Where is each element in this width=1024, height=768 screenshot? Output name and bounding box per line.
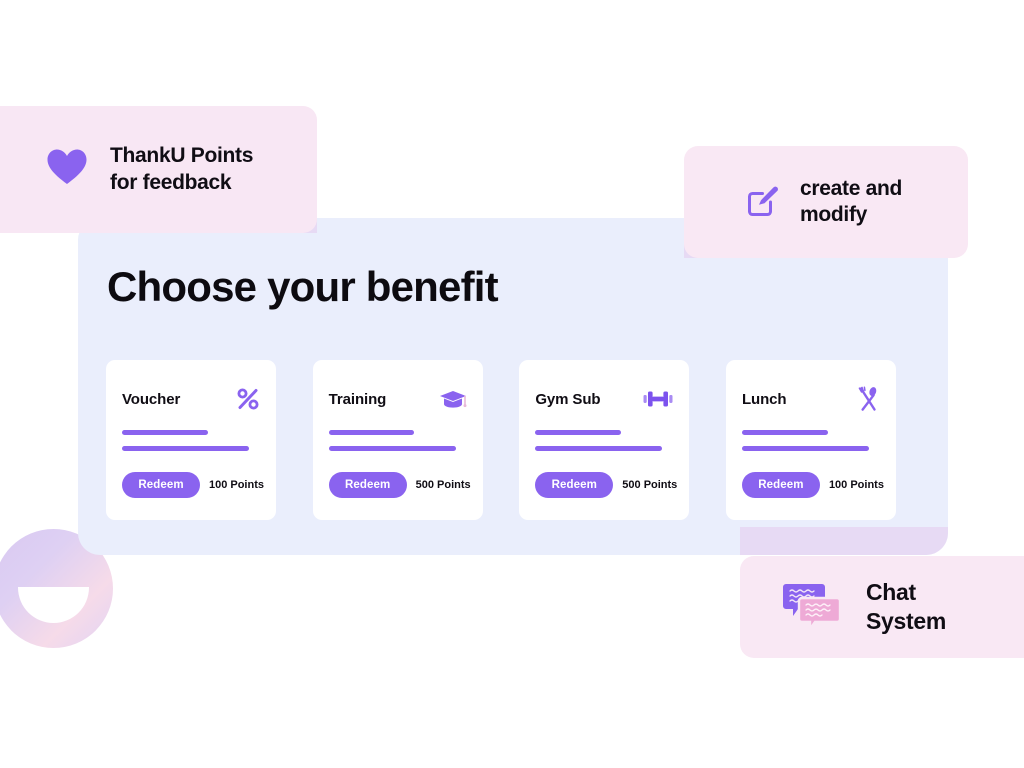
placeholder-line (122, 446, 249, 451)
badge-thanku-points: ThankU Points for feedback (0, 106, 317, 233)
placeholder-line (741, 446, 869, 451)
placeholder-line (122, 430, 208, 435)
redeem-button[interactable]: Redeem (328, 472, 407, 498)
placeholder-line (328, 430, 415, 435)
placeholder-lines (535, 430, 673, 451)
graduation-cap-icon (437, 385, 467, 413)
heart-icon (46, 148, 88, 191)
illustration-canvas: Choose your benefit Voucher Redeem 100 P… (0, 0, 1024, 768)
points-label: 100 Points (208, 479, 264, 491)
edit-square-icon (746, 183, 780, 222)
badge-thanku-label: ThankU Points for feedback (110, 144, 254, 194)
placeholder-line (741, 430, 828, 435)
card-footer: Redeem 500 Points (535, 472, 677, 498)
card-footer: Redeem 100 Points (122, 472, 264, 498)
card-title: Training (328, 390, 387, 408)
card-header: Voucher (122, 384, 260, 414)
badge-chat-system: Chat System (740, 556, 1024, 658)
placeholder-line (535, 446, 663, 451)
benefit-card-voucher[interactable]: Voucher Redeem 100 Points (106, 360, 276, 520)
card-title: Gym Sub (535, 390, 601, 408)
placeholder-line (328, 446, 456, 451)
benefit-card-training[interactable]: Training Redeem 500 Points (312, 360, 483, 520)
benefit-card-gym-sub[interactable]: Gym Sub Redeem 500 Points (519, 360, 690, 520)
percent-icon (230, 385, 260, 413)
points-label: 500 Points (622, 479, 678, 491)
placeholder-lines (741, 430, 880, 451)
placeholder-lines (328, 430, 467, 451)
card-header: Gym Sub (535, 384, 673, 414)
placeholder-lines (122, 430, 260, 451)
benefit-card-list: Voucher Redeem 100 Points Training Redee… (106, 360, 896, 520)
card-header: Training (329, 384, 467, 414)
benefit-card-lunch[interactable]: Lunch Redeem 100 Points (725, 360, 896, 520)
card-header: Lunch (742, 384, 880, 414)
redeem-button[interactable]: Redeem (741, 472, 820, 498)
redeem-button[interactable]: Redeem (122, 472, 200, 498)
redeem-button[interactable]: Redeem (535, 472, 614, 498)
badge-create-modify: create and modify (684, 146, 968, 258)
badge-chat-label: Chat System (866, 579, 947, 634)
dumbbell-icon (643, 385, 673, 413)
card-footer: Redeem 500 Points (328, 472, 471, 498)
badge-create-label: create and modify (800, 176, 903, 226)
points-label: 100 Points (828, 479, 884, 491)
card-title: Lunch (741, 390, 787, 408)
smile-shape (18, 587, 89, 623)
page-title: Choose your benefit (107, 263, 499, 310)
chat-bubbles-icon (782, 580, 842, 635)
card-footer: Redeem 100 Points (741, 472, 884, 498)
points-label: 500 Points (415, 479, 471, 491)
placeholder-line (535, 430, 621, 435)
card-title: Voucher (122, 390, 181, 408)
fork-spoon-icon (850, 385, 880, 413)
